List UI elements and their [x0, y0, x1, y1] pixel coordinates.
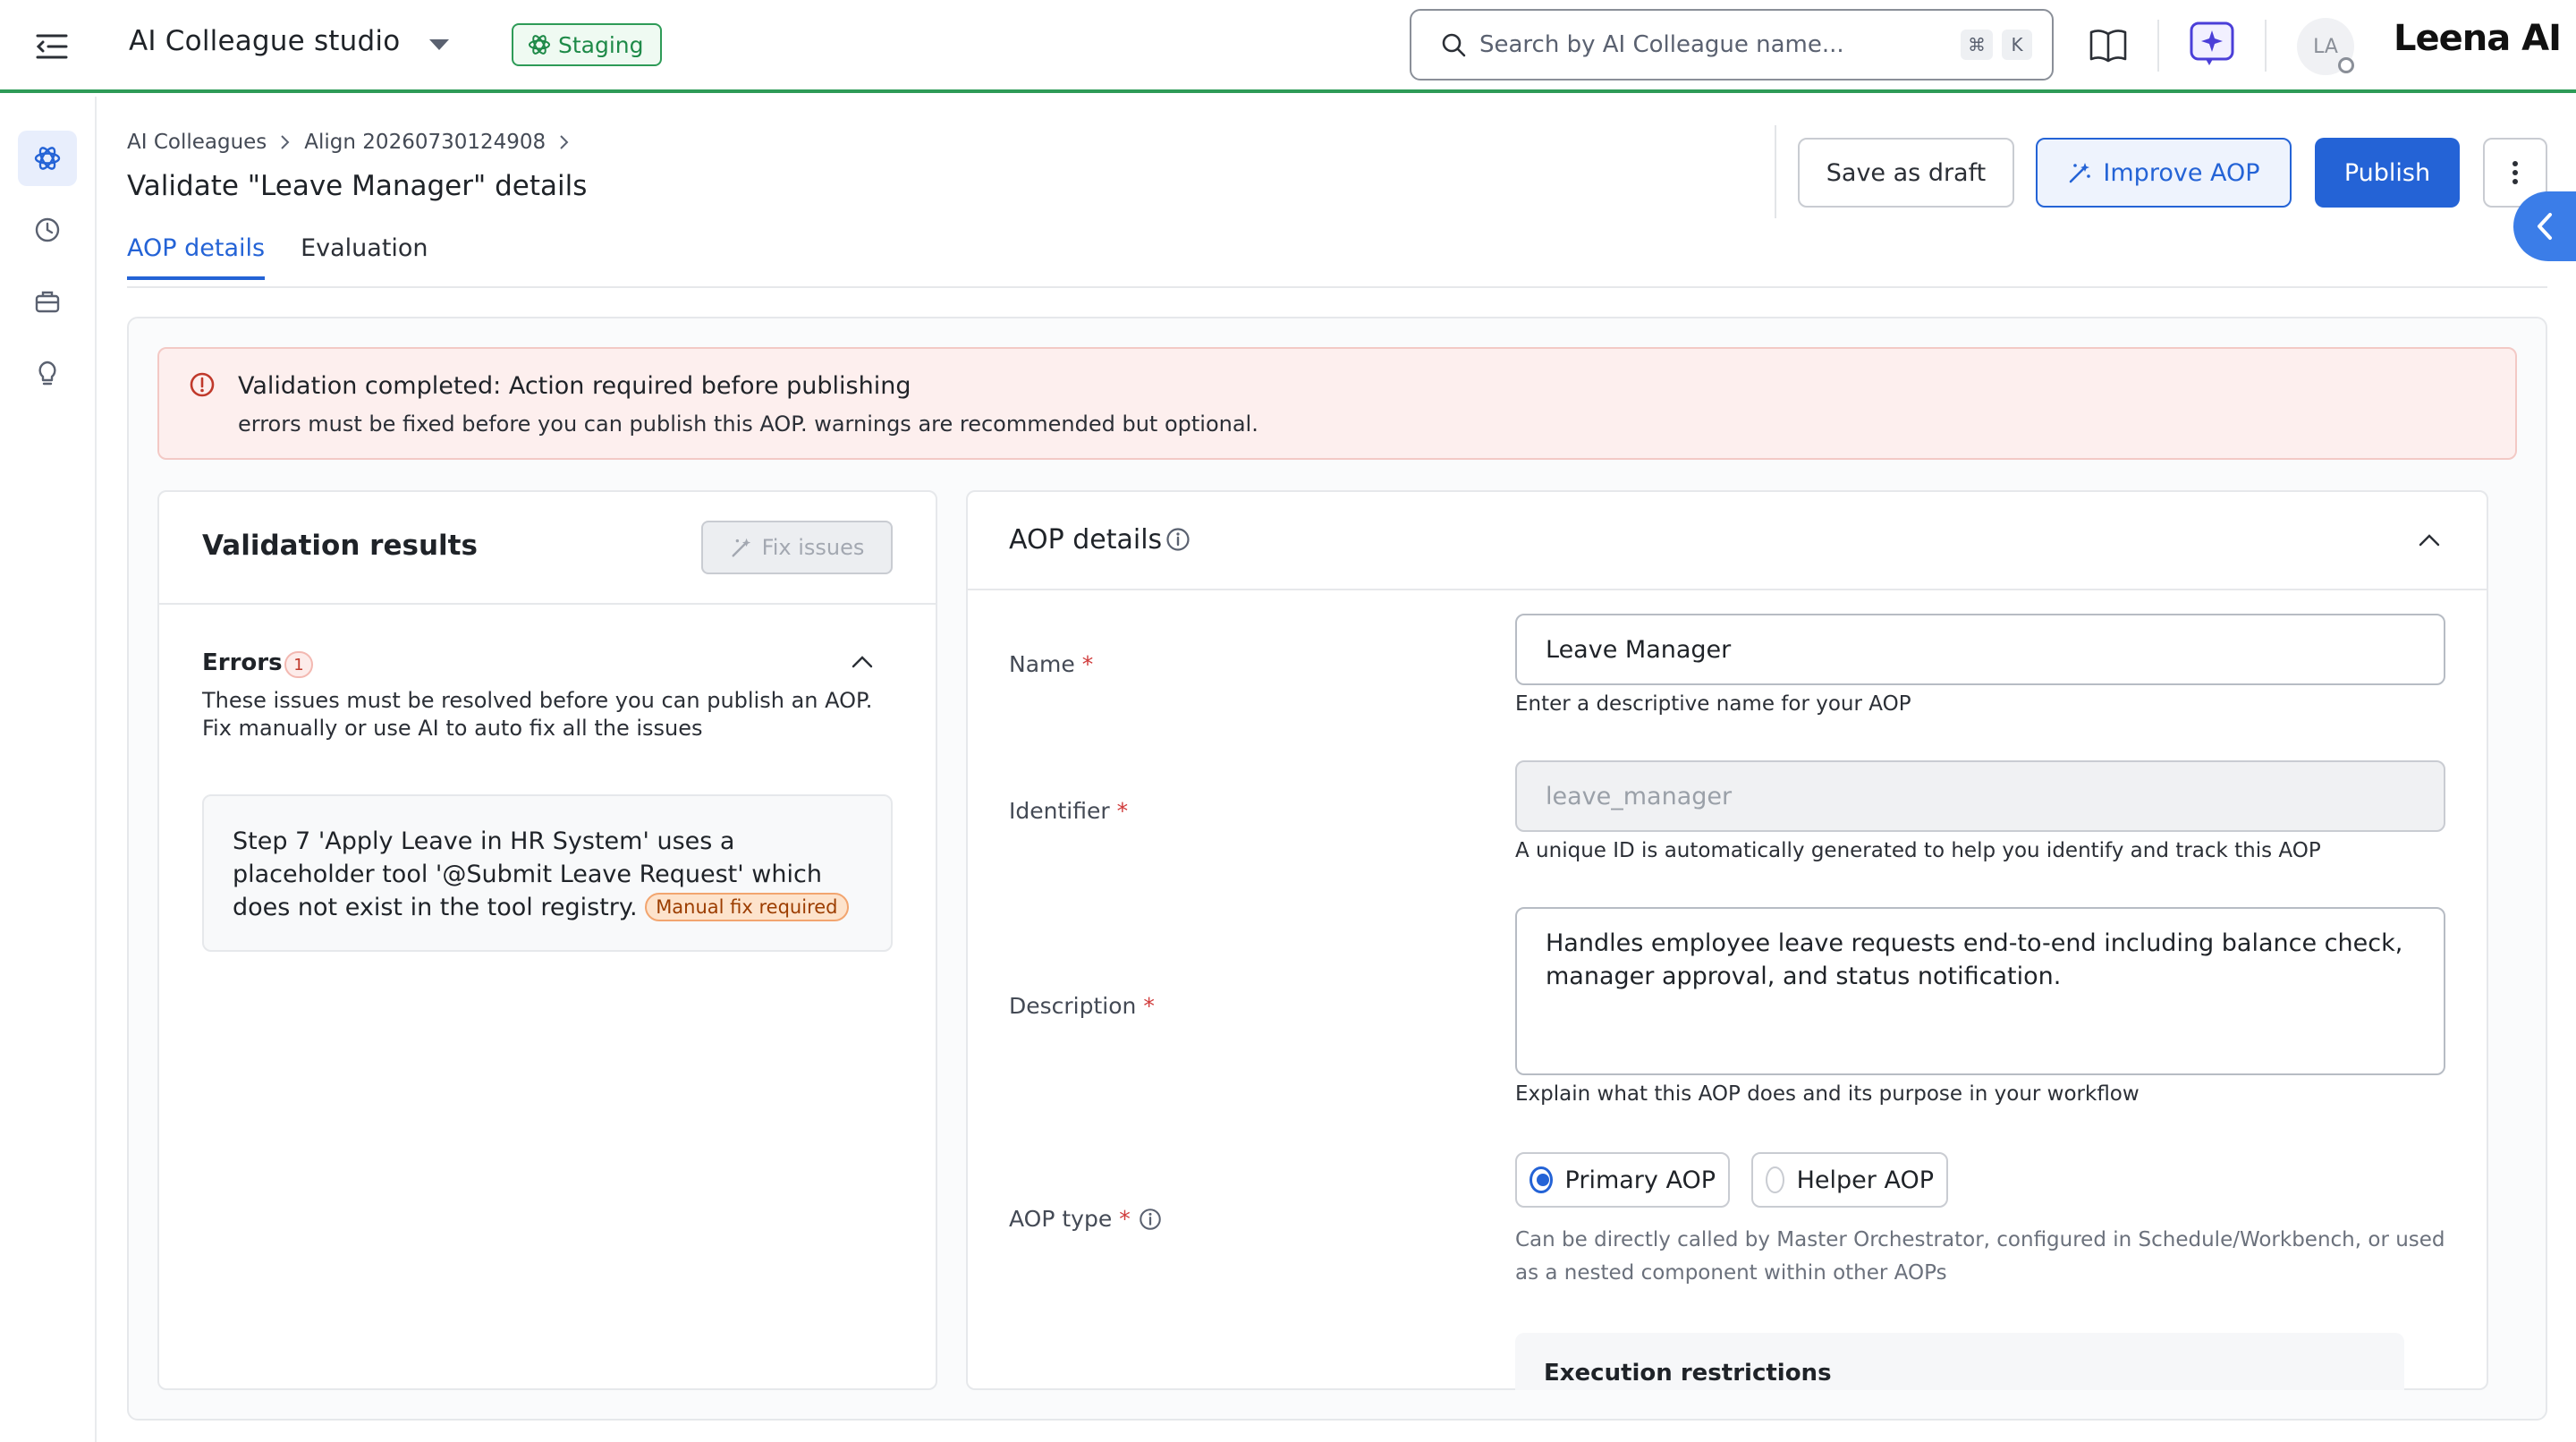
header-divider	[2157, 20, 2159, 72]
studio-title[interactable]: AI Colleague studio	[129, 25, 400, 57]
search-input[interactable]	[1479, 31, 1952, 58]
breadcrumb-item-colleagues[interactable]: AI Colleagues	[127, 131, 267, 154]
fix-issues-button[interactable]: Fix issues	[701, 521, 893, 574]
radio-primary-aop[interactable]: Primary AOP	[1515, 1152, 1730, 1208]
magic-wand-icon	[2070, 163, 2091, 183]
improve-aop-label: Improve AOP	[2103, 158, 2260, 187]
errors-description: These issues must be resolved before you…	[202, 688, 873, 741]
issue-card[interactable]: Step 7 'Apply Leave in HR System' uses a…	[202, 794, 893, 952]
chevron-right-icon	[560, 135, 569, 149]
tab-bar: AOP details Evaluation	[127, 234, 428, 280]
manual-fix-badge: Manual fix required	[645, 893, 849, 921]
aop-divider	[968, 589, 2487, 590]
breadcrumb-item-align[interactable]: Align 20260730124908	[304, 131, 546, 154]
radio-primary-label: Primary AOP	[1564, 1166, 1716, 1194]
actions-divider	[1775, 125, 1776, 218]
description-label-text: Description	[1009, 993, 1137, 1019]
aop-type-label-text: AOP type	[1009, 1206, 1113, 1232]
top-bar: AI Colleague studio Staging ⌘ K LA Leena…	[0, 0, 2576, 93]
status-dot	[2338, 57, 2354, 73]
rail-item-briefcase[interactable]	[18, 274, 77, 329]
tab-evaluation[interactable]: Evaluation	[301, 234, 428, 280]
execution-restrictions-title: Execution restrictions	[1544, 1360, 1832, 1387]
aop-type-label: AOP type *	[1009, 1206, 1163, 1232]
radio-unselected-indicator	[1766, 1166, 1784, 1193]
aop-details-title: AOP details	[1009, 524, 1163, 556]
briefcase-icon	[35, 291, 60, 313]
description-input[interactable]: Handles employee leave requests end-to-e…	[1515, 907, 2445, 1075]
validation-divider	[159, 603, 936, 605]
alert-circle-icon	[190, 372, 215, 397]
tabs-divider	[127, 286, 2547, 288]
book-icon[interactable]	[2088, 27, 2129, 64]
menu-icon[interactable]	[34, 29, 70, 64]
rail-item-insights[interactable]	[18, 345, 77, 401]
chevron-up-icon[interactable]	[850, 653, 875, 671]
description-label: Description *	[1009, 993, 1155, 1019]
identifier-label-text: Identifier	[1009, 798, 1110, 824]
alert-title: Validation completed: Action required be…	[238, 372, 911, 400]
info-icon[interactable]	[1138, 1207, 1163, 1232]
search-icon	[1442, 33, 1466, 57]
left-rail	[0, 97, 97, 1442]
history-icon	[35, 217, 60, 242]
radio-helper-label: Helper AOP	[1796, 1166, 1934, 1194]
magic-wand-icon	[732, 538, 750, 557]
lightbulb-icon	[38, 360, 56, 386]
name-input[interactable]	[1515, 614, 2445, 685]
improve-aop-button[interactable]: Improve AOP	[2036, 138, 2292, 208]
identifier-label: Identifier *	[1009, 798, 1129, 824]
atom-icon	[34, 147, 61, 170]
identifier-input	[1515, 760, 2445, 832]
tab-aop-details[interactable]: AOP details	[127, 234, 266, 280]
publish-button[interactable]: Publish	[2315, 138, 2460, 208]
environment-label: Staging	[558, 31, 644, 58]
atom-icon	[529, 35, 550, 55]
validation-alert	[157, 347, 2517, 460]
rail-item-colleagues[interactable]	[18, 131, 77, 186]
name-label-text: Name	[1009, 651, 1075, 677]
chevron-down-icon[interactable]	[426, 34, 453, 55]
radio-selected-indicator	[1530, 1166, 1553, 1193]
breadcrumb: AI Colleagues Align 20260730124908	[127, 131, 571, 154]
description-helper: Explain what this AOP does and its purpo…	[1515, 1082, 2140, 1106]
shortcut-key-k: K	[2002, 30, 2032, 60]
search-box[interactable]: ⌘ K	[1410, 9, 2054, 81]
save-draft-button[interactable]: Save as draft	[1798, 138, 2014, 208]
chevron-left-icon	[2538, 213, 2552, 240]
page-title: Validate "Leave Manager" details	[127, 170, 588, 202]
header-divider	[2265, 20, 2267, 72]
collapse-panel-button[interactable]	[2513, 191, 2576, 261]
brand-logo: Leena AI	[2394, 18, 2562, 59]
radio-helper-aop[interactable]: Helper AOP	[1751, 1152, 1948, 1208]
name-helper: Enter a descriptive name for your AOP	[1515, 692, 1911, 716]
chevron-up-icon[interactable]	[2417, 531, 2442, 549]
sparkle-icon[interactable]	[2186, 18, 2238, 70]
info-icon[interactable]	[1165, 526, 1191, 553]
name-label: Name *	[1009, 651, 1094, 677]
shortcut-key-cmd: ⌘	[1961, 30, 1993, 60]
validation-results-title: Validation results	[202, 530, 478, 562]
alert-body: errors must be fixed before you can publ…	[238, 411, 1258, 437]
errors-count-badge: 1	[284, 651, 313, 678]
environment-badge[interactable]: Staging	[512, 23, 662, 66]
errors-heading: Errors	[202, 649, 283, 676]
chevron-right-icon	[281, 135, 290, 149]
rail-item-history[interactable]	[18, 202, 77, 258]
identifier-helper: A unique ID is automatically generated t…	[1515, 839, 2321, 862]
aop-type-helper: Can be directly called by Master Orchest…	[1515, 1228, 2445, 1285]
kebab-icon	[2512, 161, 2518, 184]
fix-issues-label: Fix issues	[761, 535, 865, 560]
